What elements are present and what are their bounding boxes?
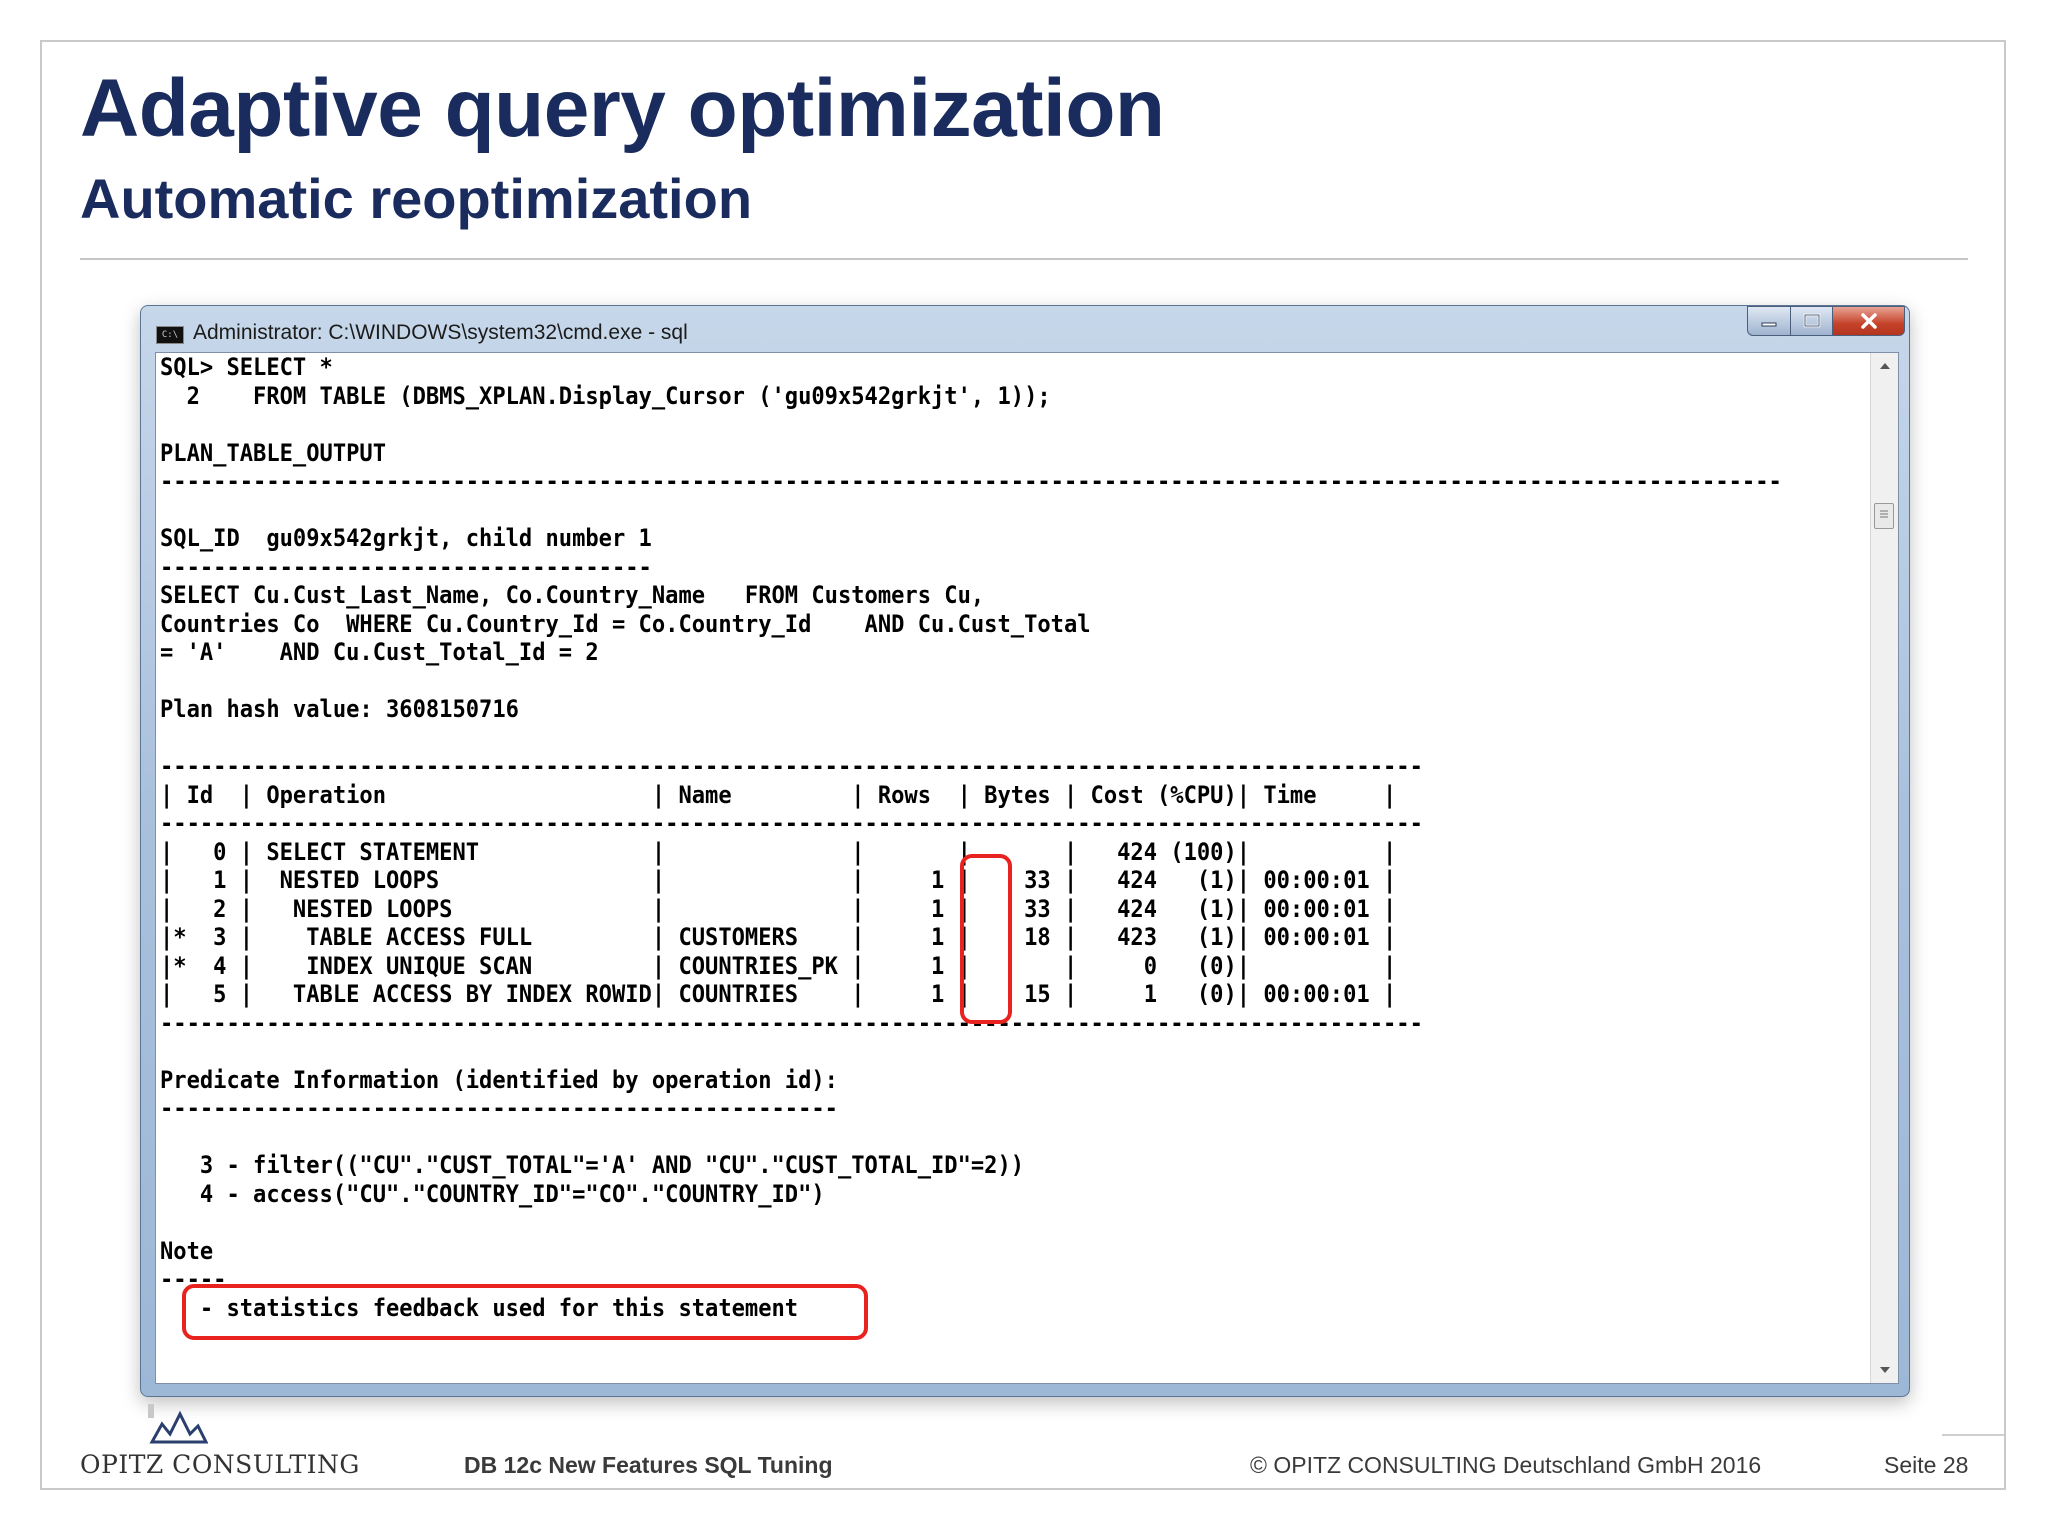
note-highlight bbox=[182, 1284, 868, 1340]
title-divider bbox=[80, 258, 1968, 260]
console-line: Predicate Information (identified by ope… bbox=[160, 1065, 838, 1094]
console-line: Countries Co WHERE Cu.Country_Id = Co.Co… bbox=[160, 609, 1091, 638]
logo-mark-icon bbox=[148, 1404, 208, 1444]
arrow-up-icon bbox=[1879, 363, 1890, 369]
console-line: ------------------------------------- bbox=[160, 552, 652, 581]
console-line: ----------------------------------------… bbox=[160, 467, 1782, 495]
console-line: ----------------------------------------… bbox=[160, 1008, 1423, 1037]
company-logo: OPITZ CONSULTING bbox=[80, 1402, 359, 1482]
maximize-icon bbox=[1803, 313, 1820, 328]
logo-text: OPITZ CONSULTING bbox=[80, 1450, 360, 1479]
console-line: = 'A' AND Cu.Cust_Total_Id = 2 bbox=[160, 638, 599, 666]
console-line: SQL_ID gu09x542grkjt, child number 1 bbox=[160, 524, 652, 552]
console-line: 2 FROM TABLE (DBMS_XPLAN.Display_Cursor … bbox=[160, 381, 1051, 410]
console-line: | 0 | SELECT STATEMENT | | | | 424 (100)… bbox=[160, 837, 1397, 866]
cmd-app-icon[interactable]: C:\ bbox=[156, 326, 184, 344]
console-line: SELECT Cu.Cust_Last_Name, Co.Country_Nam… bbox=[160, 581, 985, 609]
console-line: SQL> SELECT * bbox=[160, 353, 333, 381]
slide-subtitle: Automatic reoptimization bbox=[80, 167, 753, 230]
page-number: Seite 28 bbox=[1884, 1452, 1969, 1478]
grip-icon bbox=[1880, 510, 1888, 518]
arrow-down-icon bbox=[1879, 1367, 1890, 1373]
close-icon bbox=[1860, 313, 1877, 329]
console-line: |* 4 | INDEX UNIQUE SCAN | COUNTRIES_PK … bbox=[160, 951, 1397, 980]
console-line: ----------------------------------------… bbox=[160, 1094, 838, 1122]
console-line: 3 - filter(("CU"."CUST_TOTAL"='A' AND "C… bbox=[160, 1151, 1025, 1179]
console-line: | 2 | NESTED LOOPS | | 1 | 33 | 424 (1)|… bbox=[160, 894, 1397, 923]
scroll-up-button[interactable] bbox=[1871, 353, 1898, 379]
cmd-window[interactable]: C:\ Administrator: C:\WINDOWS\system32\c… bbox=[140, 305, 1910, 1397]
console-line: | 5 | TABLE ACCESS BY INDEX ROWID| COUNT… bbox=[160, 980, 1397, 1008]
console-output[interactable]: SQL> SELECT * 2 FROM TABLE (DBMS_XPLAN.D… bbox=[155, 352, 1899, 1384]
console-line: ----------------------------------------… bbox=[160, 809, 1423, 837]
window-controls bbox=[1747, 306, 1905, 340]
console-text: SQL> SELECT * 2 FROM TABLE (DBMS_XPLAN.D… bbox=[160, 353, 1853, 1322]
window-titlebar[interactable]: C:\ Administrator: C:\WINDOWS\system32\c… bbox=[141, 306, 1909, 348]
slide-title: Adaptive query optimization bbox=[80, 63, 1165, 154]
rows-column-highlight bbox=[960, 854, 1012, 1024]
minimize-icon bbox=[1761, 322, 1777, 327]
maximize-button[interactable] bbox=[1791, 306, 1833, 336]
footer-copyright: © OPITZ CONSULTING Deutschland GmbH 2016 bbox=[1250, 1452, 1762, 1478]
window-title: Administrator: C:\WINDOWS\system32\cmd.e… bbox=[193, 321, 688, 344]
close-button[interactable] bbox=[1833, 306, 1905, 336]
console-line: ----------------------------------------… bbox=[160, 752, 1423, 780]
minimize-button[interactable] bbox=[1747, 306, 1791, 336]
console-line: Plan hash value: 3608150716 bbox=[160, 695, 519, 723]
footer-presentation-title: DB 12c New Features SQL Tuning bbox=[464, 1452, 833, 1478]
console-line: |* 3 | TABLE ACCESS FULL | CUSTOMERS | 1… bbox=[160, 923, 1397, 951]
console-line: 4 - access("CU"."COUNTRY_ID"="CO"."COUNT… bbox=[160, 1179, 825, 1208]
console-line: | 1 | NESTED LOOPS | | 1 | 33 | 424 (1)|… bbox=[160, 866, 1397, 894]
scroll-down-button[interactable] bbox=[1871, 1357, 1898, 1383]
scroll-thumb[interactable] bbox=[1874, 503, 1894, 529]
vertical-scrollbar[interactable] bbox=[1870, 353, 1898, 1383]
footer-divider bbox=[1942, 1434, 2004, 1436]
console-line: | Id | Operation | Name | Rows | Bytes |… bbox=[160, 780, 1397, 809]
console-line: PLAN_TABLE_OUTPUT bbox=[160, 438, 386, 467]
console-line: Note bbox=[160, 1236, 214, 1265]
